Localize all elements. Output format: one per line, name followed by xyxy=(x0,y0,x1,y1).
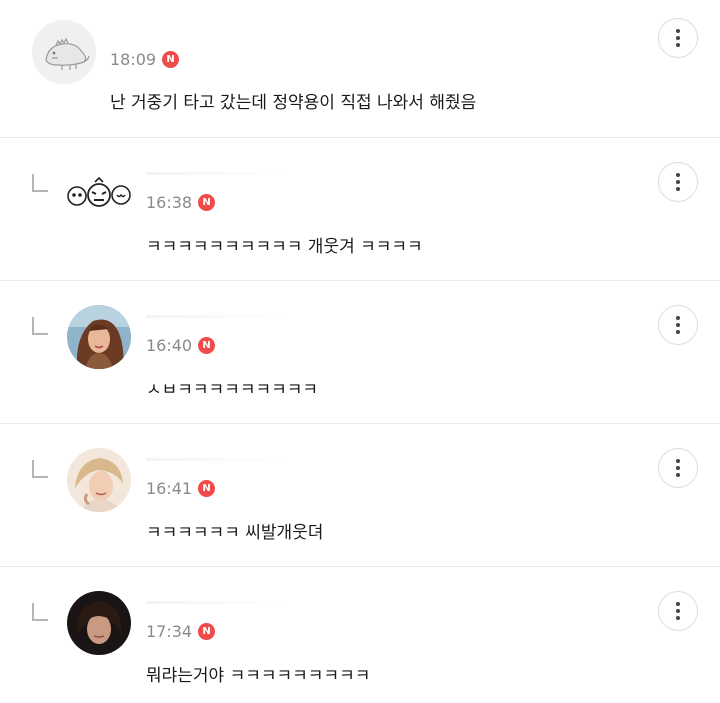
comment-text: 뭐랴는거야 ㅋㅋㅋㅋㅋㅋㅋㅋㅋ xyxy=(146,666,371,686)
reply-corner-icon xyxy=(32,317,48,335)
blonde-portrait-icon xyxy=(67,448,131,512)
avatar[interactable] xyxy=(67,448,131,512)
woman-portrait-icon xyxy=(67,305,131,369)
comment-text: ㅋㅋㅋㅋㅋㅋ 씨발개웃뎌 xyxy=(146,523,324,543)
reply-comment-item: 17:34 N 뭐랴는거야 ㅋㅋㅋㅋㅋㅋㅋㅋㅋ xyxy=(0,567,720,703)
dot xyxy=(676,36,680,40)
comment-time: 18:09 xyxy=(110,50,157,69)
comment-item: 18:09 N 난 거중기 타고 갔는데 정약용이 직접 나와서 해줬음 xyxy=(0,0,720,138)
comment-time: 17:34 xyxy=(146,622,193,641)
reply-comment-item: 16:41 N ㅋㅋㅋㅋㅋㅋ 씨발개웃뎌 xyxy=(0,424,720,567)
new-badge: N xyxy=(162,51,180,68)
dot xyxy=(676,43,680,47)
time-row: 18:09 N xyxy=(110,50,180,69)
comment-text: ㅋㅋㅋㅋㅋㅋㅋㅋㅋㅋ 개웃겨 ㅋㅋㅋㅋ xyxy=(146,237,423,257)
comment-text: 난 거중기 타고 갔는데 정약용이 직접 나와서 해줬음 xyxy=(110,93,477,113)
reply-corner-icon xyxy=(32,460,48,478)
avatar[interactable] xyxy=(67,162,131,226)
username-redacted xyxy=(146,315,286,318)
vertical-dots-icon xyxy=(676,316,680,320)
dot xyxy=(676,187,680,191)
time-row: 16:38 N xyxy=(146,193,216,212)
avatar[interactable] xyxy=(67,305,131,369)
vertical-dots-icon xyxy=(676,602,680,606)
more-options-button[interactable] xyxy=(658,18,698,58)
man-portrait-icon xyxy=(67,591,131,655)
more-options-button[interactable] xyxy=(658,305,698,345)
username-redacted xyxy=(146,601,286,604)
dot xyxy=(676,330,680,334)
dot xyxy=(676,180,680,184)
new-badge: N xyxy=(198,337,216,354)
vertical-dots-icon xyxy=(676,459,680,463)
avatar[interactable] xyxy=(67,591,131,655)
comment-time: 16:40 xyxy=(146,336,193,355)
comment-text: ㅅㅂㅋㅋㅋㅋㅋㅋㅋㅋㅋ xyxy=(146,380,319,400)
more-options-button[interactable] xyxy=(658,162,698,202)
cartoon-faces-icon xyxy=(67,162,131,226)
reply-corner-icon xyxy=(32,174,48,192)
more-options-button[interactable] xyxy=(658,591,698,631)
dinosaur-sticker-icon xyxy=(32,20,96,84)
new-badge: N xyxy=(198,623,216,640)
dot xyxy=(676,473,680,477)
time-row: 16:40 N xyxy=(146,336,216,355)
reply-corner-icon xyxy=(32,603,48,621)
vertical-dots-icon xyxy=(676,173,680,177)
vertical-dots-icon xyxy=(676,29,680,33)
time-row: 16:41 N xyxy=(146,479,216,498)
new-badge: N xyxy=(198,480,216,497)
time-row: 17:34 N xyxy=(146,622,216,641)
reply-comment-item: 16:40 N ㅅㅂㅋㅋㅋㅋㅋㅋㅋㅋㅋ xyxy=(0,281,720,424)
dot xyxy=(676,323,680,327)
comment-time: 16:38 xyxy=(146,193,193,212)
comment-time: 16:41 xyxy=(146,479,193,498)
dot xyxy=(676,609,680,613)
dot xyxy=(676,466,680,470)
username-redacted xyxy=(146,458,286,461)
username-redacted xyxy=(146,172,286,175)
dot xyxy=(676,616,680,620)
new-badge: N xyxy=(198,194,216,211)
reply-comment-item: 16:38 N ㅋㅋㅋㅋㅋㅋㅋㅋㅋㅋ 개웃겨 ㅋㅋㅋㅋ xyxy=(0,138,720,281)
avatar[interactable] xyxy=(32,20,96,84)
more-options-button[interactable] xyxy=(658,448,698,488)
